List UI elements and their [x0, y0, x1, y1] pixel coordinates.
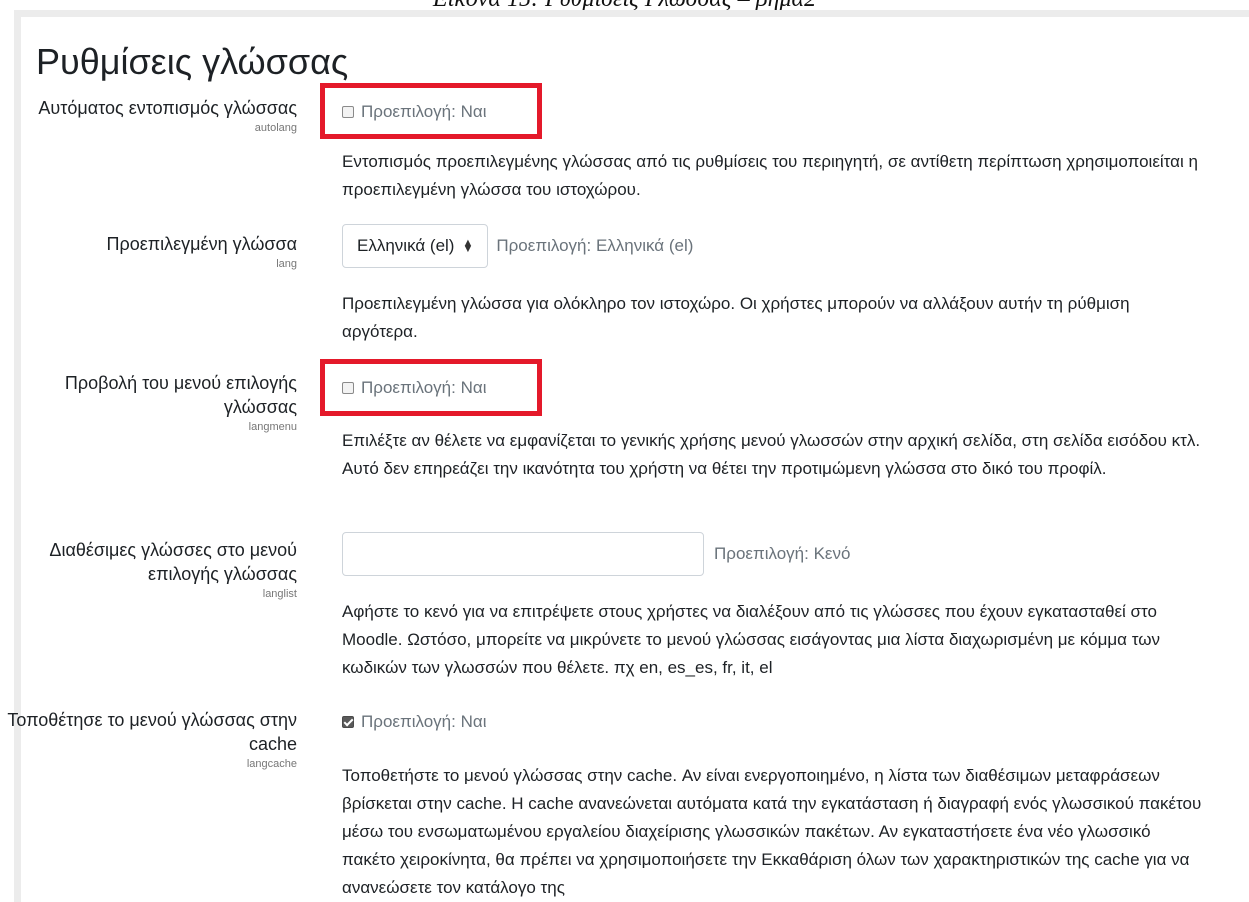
- setting-label: Προβολή του μενού επιλογής γλώσσας: [64, 373, 297, 417]
- default-value-text: Προεπιλογή: Ναι: [361, 712, 487, 731]
- langlist-input[interactable]: [342, 532, 704, 576]
- setting-description: Προεπιλεγμένη γλώσσα για ολόκληρο τον ισ…: [342, 294, 1130, 341]
- setting-lang-label-group: Προεπιλεγμένη γλώσσα lang: [0, 232, 297, 272]
- language-select[interactable]: Ελληνικά (el) ▲ ▼: [342, 224, 489, 268]
- setting-label: Διαθέσιμες γλώσσες στο μενού επιλογής γλ…: [49, 540, 297, 584]
- language-select-value: Ελληνικά (el): [357, 236, 455, 255]
- setting-description: Τοποθετήστε το μενού γλώσσας στην cache.…: [342, 766, 1202, 897]
- default-value-text: Προεπιλογή: Ελληνικά (el): [496, 236, 694, 255]
- setting-label: Τοποθέτησε το μενού γλώσσας στην cache: [7, 710, 297, 754]
- page-title: Ρυθμίσεις γλώσσας: [36, 41, 349, 82]
- setting-label: Αυτόματος εντοπισμός γλώσσας: [38, 98, 297, 118]
- setting-description: Αφήστε το κενό για να επιτρέψετε στους χ…: [342, 602, 1160, 677]
- setting-langmenu-label-group: Προβολή του μενού επιλογής γλώσσας langm…: [0, 371, 297, 435]
- setting-description: Επιλέξτε αν θέλετε να εμφανίζεται το γεν…: [342, 431, 1201, 478]
- setting-label: Προεπιλεγμένη γλώσσα: [106, 234, 297, 254]
- setting-description: Εντοπισμός προεπιλεγμένης γλώσσας από τι…: [342, 152, 1198, 199]
- setting-key: autolang: [254, 122, 297, 134]
- highlight-box: [320, 83, 542, 139]
- highlight-box: [320, 359, 542, 416]
- langlist-control: Προεπιλογή: Κενό: [342, 532, 850, 576]
- langcache-control: Προεπιλογή: Ναι: [342, 712, 486, 732]
- select-arrows-icon: ▲ ▼: [462, 237, 474, 255]
- setting-langcache-label-group: Τοποθέτησε το μενού γλώσσας στην cache l…: [0, 708, 297, 772]
- setting-key: langlist: [262, 588, 297, 600]
- setting-key: langmenu: [248, 421, 297, 433]
- setting-autolang-label-group: Αυτόματος εντοπισμός γλώσσας autolang: [0, 96, 297, 136]
- setting-key: lang: [276, 258, 297, 270]
- lang-control: Ελληνικά (el) ▲ ▼ Προεπιλογή: Ελληνικά (e…: [342, 224, 693, 268]
- langcache-checkbox[interactable]: [342, 716, 354, 728]
- default-value-text: Προεπιλογή: Κενό: [714, 544, 851, 563]
- setting-langlist-label-group: Διαθέσιμες γλώσσες στο μενού επιλογής γλ…: [0, 538, 297, 602]
- setting-key: langcache: [246, 758, 297, 770]
